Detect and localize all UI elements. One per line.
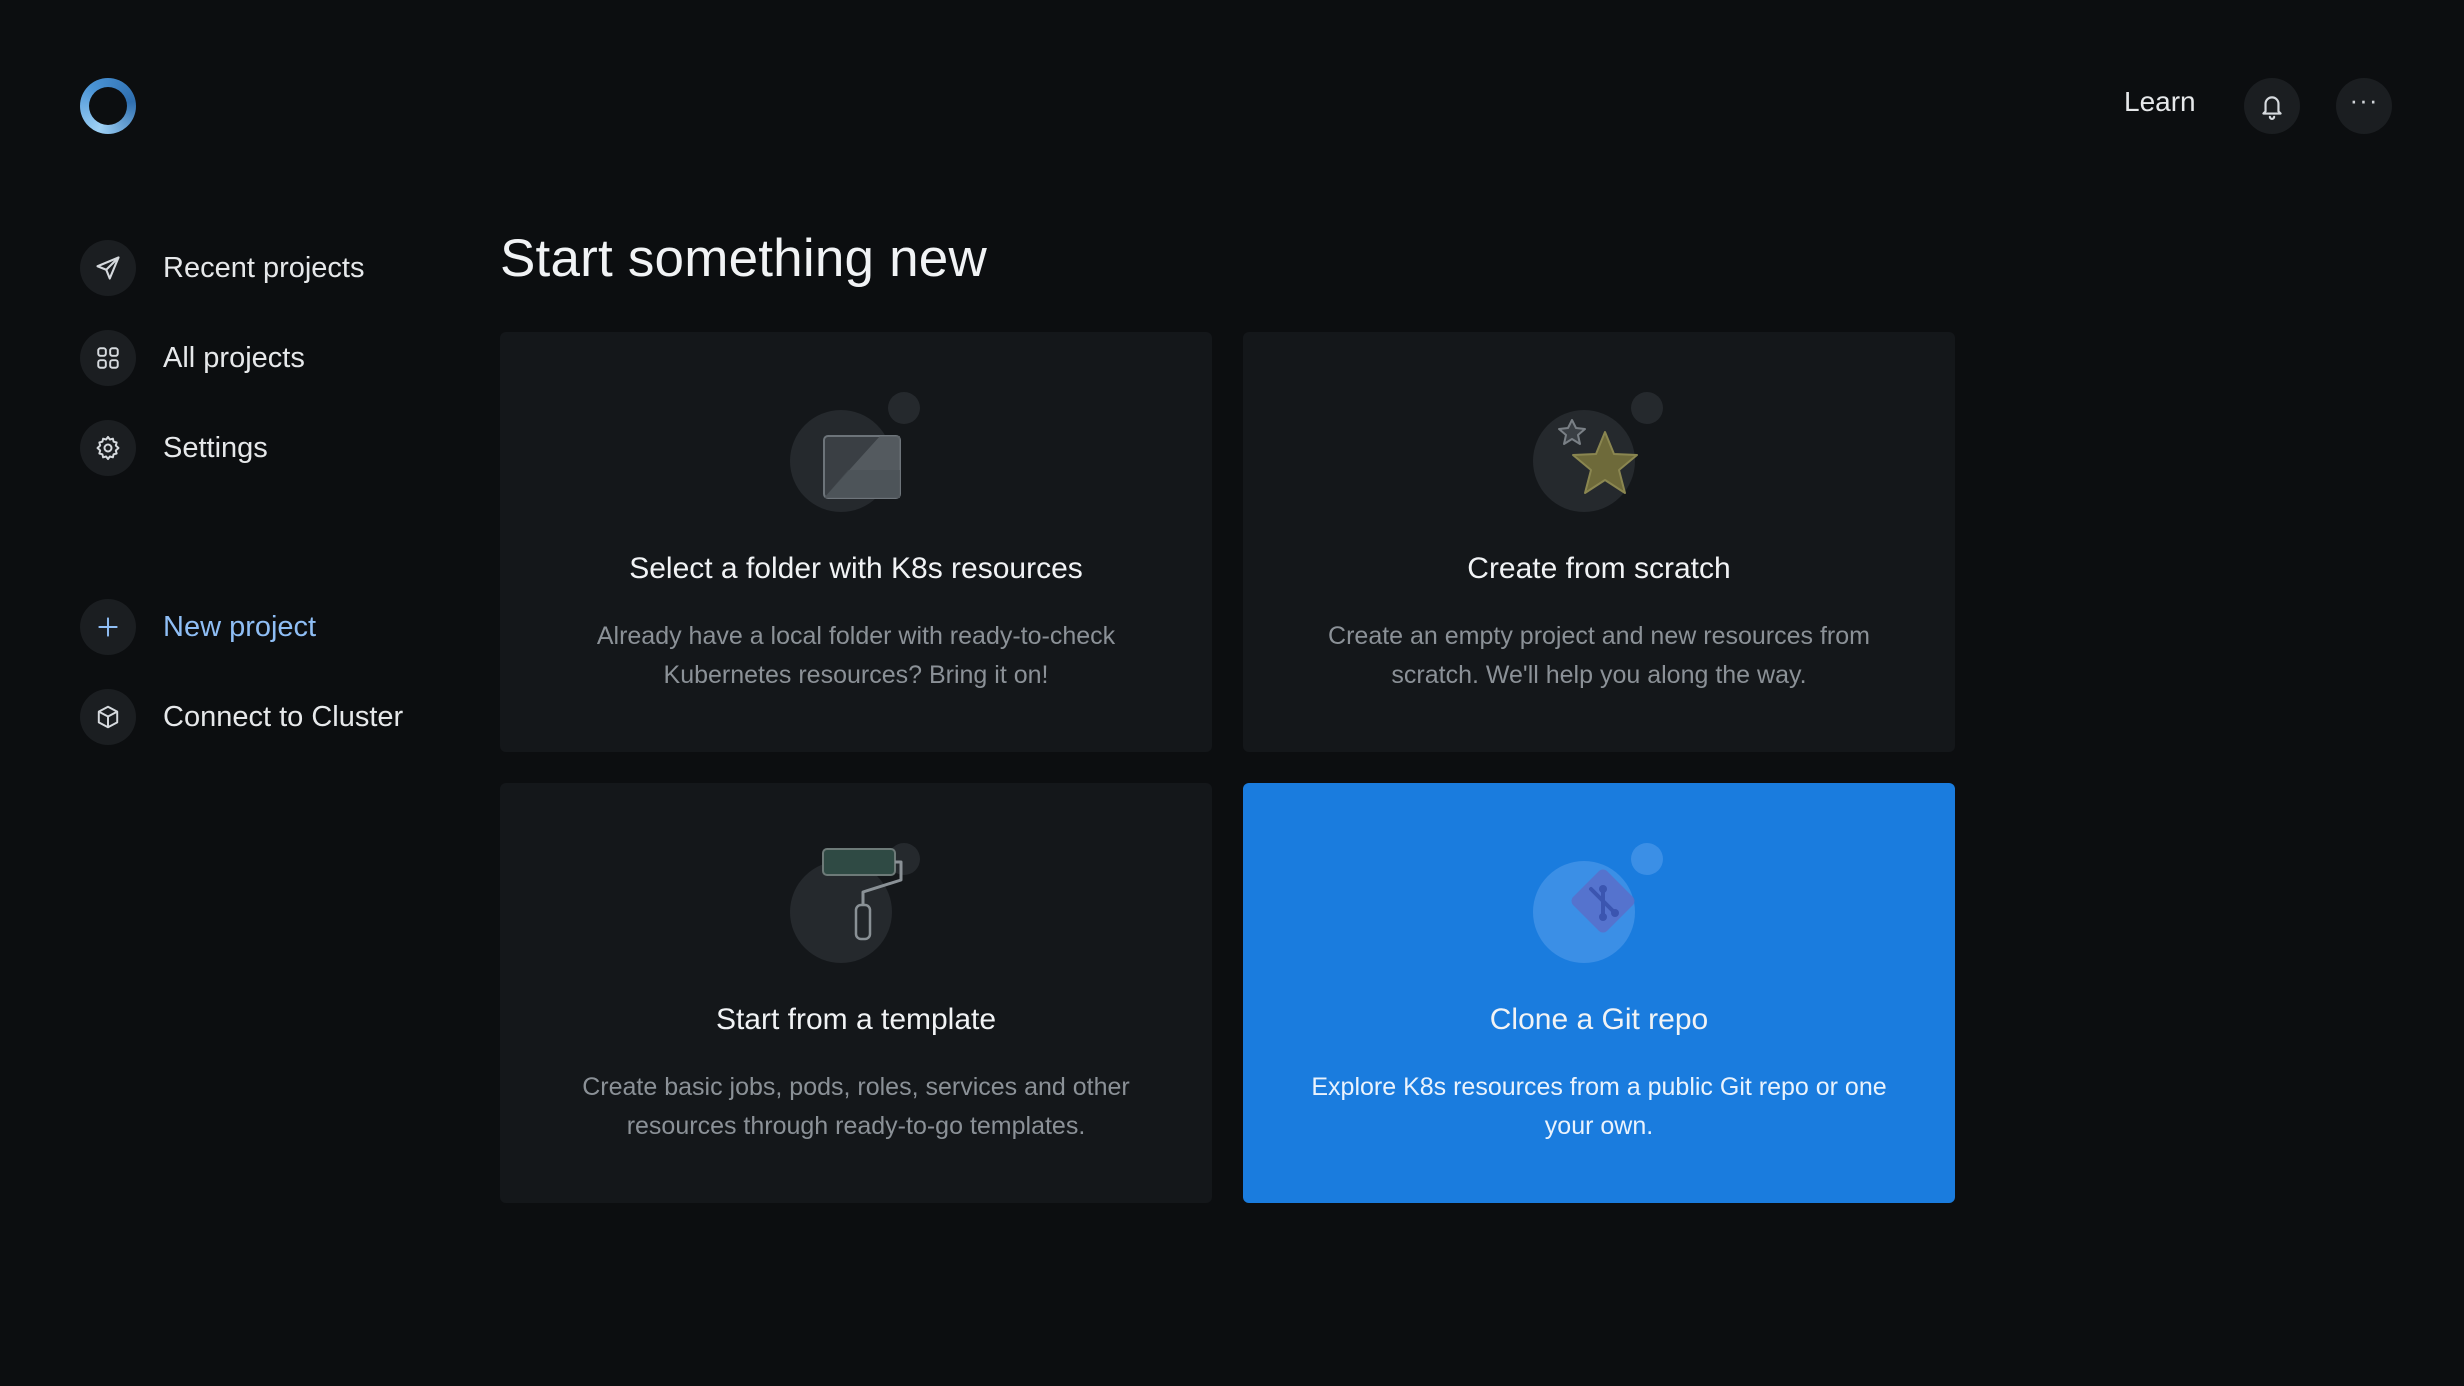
- card-title: Clone a Git repo: [1489, 1003, 1709, 1036]
- sidebar-item-label: New project: [163, 610, 317, 643]
- card-clone-git-repo[interactable]: Clone a Git repo Explore K8s resources f…: [1243, 783, 1955, 1203]
- card-title: Select a folder with K8s resources: [629, 552, 1083, 585]
- folder-icon: [790, 392, 930, 512]
- sidebar-item-connect-cluster[interactable]: Connect to Cluster: [80, 689, 403, 745]
- notifications-button[interactable]: [2244, 78, 2300, 134]
- star-icon: [1533, 392, 1673, 512]
- sidebar-item-label: Settings: [163, 431, 268, 464]
- bell-icon: [2262, 96, 2282, 120]
- card-description: Create basic jobs, pods, roles, services…: [582, 1073, 1130, 1140]
- send-icon: [80, 240, 136, 296]
- cube-icon: [80, 689, 136, 745]
- sidebar-item-new-project[interactable]: New project: [80, 599, 316, 655]
- sidebar-item-all-projects[interactable]: All projects: [80, 330, 305, 386]
- more-horizontal-icon: ···: [2349, 85, 2379, 115]
- card-title: Create from scratch: [1467, 552, 1731, 585]
- sidebar-item-label: All projects: [163, 341, 305, 374]
- card-description: Create an empty project and new resource…: [1328, 622, 1870, 689]
- plus-icon: [80, 599, 136, 655]
- learn-link[interactable]: Learn: [2124, 86, 2196, 118]
- card-start-from-template[interactable]: Start from a template Create basic jobs,…: [500, 783, 1212, 1203]
- sidebar-item-settings[interactable]: Settings: [80, 420, 268, 476]
- grid-icon: [80, 330, 136, 386]
- gear-icon: [80, 420, 136, 476]
- page-title: Start something new: [500, 229, 987, 288]
- more-options-button[interactable]: ···: [2336, 78, 2392, 134]
- sidebar-item-recent-projects[interactable]: Recent projects: [80, 240, 365, 296]
- paint-roller-icon: [790, 843, 930, 963]
- card-title: Start from a template: [715, 1003, 997, 1036]
- card-select-folder[interactable]: Select a folder with K8s resources Alrea…: [500, 332, 1212, 752]
- git-icon: [1533, 843, 1673, 963]
- sidebar-item-label: Recent projects: [163, 251, 365, 284]
- card-description: Already have a local folder with ready-t…: [596, 622, 1116, 689]
- card-create-from-scratch[interactable]: Create from scratch Create an empty proj…: [1243, 332, 1955, 752]
- card-description: Explore K8s resources from a public Git …: [1311, 1073, 1887, 1140]
- sidebar-item-label: Connect to Cluster: [163, 700, 404, 733]
- app-logo: [80, 78, 136, 134]
